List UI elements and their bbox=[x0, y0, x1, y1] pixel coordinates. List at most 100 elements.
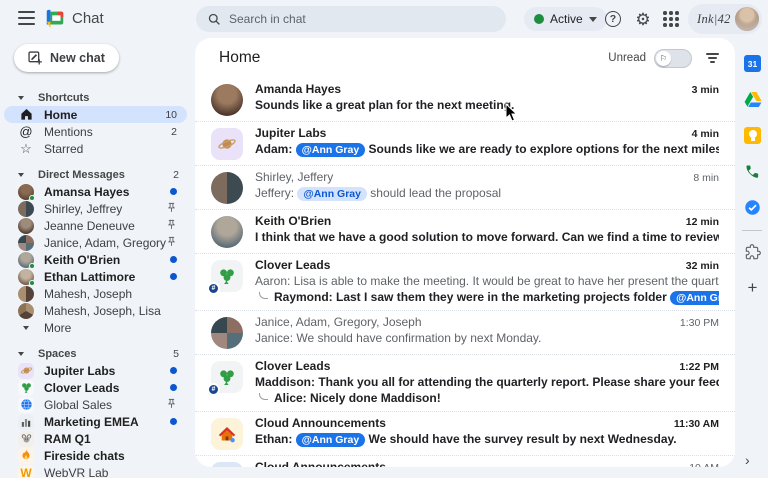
train-icon bbox=[211, 462, 243, 467]
help-button[interactable]: ? bbox=[604, 10, 622, 28]
drive-icon[interactable] bbox=[743, 90, 762, 109]
sidebar-item-clover-leads[interactable]: Clover Leads bbox=[4, 379, 187, 396]
row-body: Cloud Announcements10 AMJeffrey: Alice: … bbox=[255, 460, 719, 467]
sidebar-item-webvr-lab[interactable]: WWebVR Lab bbox=[4, 464, 187, 478]
apps-launcher-button[interactable] bbox=[662, 10, 680, 28]
chat-list-row[interactable]: # Clover Leads32 minAaron: Lisa is able t… bbox=[195, 253, 735, 310]
voice-call-icon[interactable] bbox=[743, 162, 762, 181]
sidebar-item-fireside-chats[interactable]: Fireside chats bbox=[4, 447, 187, 464]
sidebar-item-ethan-lattimore[interactable]: Ethan Lattimore bbox=[4, 268, 187, 285]
addons-puzzle-icon[interactable] bbox=[743, 242, 762, 261]
conversation-name: Clover Leads bbox=[255, 258, 676, 272]
row-body: Clover Leads32 minAaron: Lisa is able to… bbox=[255, 258, 719, 305]
timestamp: 8 min bbox=[693, 172, 719, 184]
chat-list-row[interactable]: #Clover Leads1:22 PMMaddison: Thank you … bbox=[195, 354, 735, 411]
chevron-down-icon bbox=[589, 17, 597, 22]
section-header-shortcuts[interactable]: Shortcuts bbox=[0, 89, 195, 106]
new-chat-icon bbox=[28, 51, 42, 65]
avatar bbox=[18, 252, 34, 268]
unread-toggle[interactable]: ⚐ bbox=[654, 49, 692, 68]
avatar bbox=[18, 303, 34, 319]
menu-icon[interactable] bbox=[18, 11, 35, 25]
avatar bbox=[18, 218, 34, 234]
mention-chip[interactable]: @Ann Gray bbox=[297, 187, 367, 201]
sidebar-item-jeanne-deneuve[interactable]: Jeanne Deneuve bbox=[4, 217, 187, 234]
thread-reply: Raymond: Last I saw them they were in th… bbox=[255, 289, 719, 305]
sidebar-item-starred[interactable]: ☆Starred bbox=[4, 140, 187, 157]
item-badge: 2 bbox=[171, 126, 177, 138]
sidebar-item-label: Mahesh, Joseph bbox=[44, 287, 177, 301]
sidebar-item-mahesh-joseph[interactable]: Mahesh, Joseph bbox=[4, 285, 187, 302]
chat-list-row[interactable]: Cloud Announcements11:30 AMEthan: @Ann G… bbox=[195, 411, 735, 455]
message-text: Maddison: Thank you all for attending th… bbox=[255, 375, 719, 389]
section-header-spaces[interactable]: Spaces5 bbox=[0, 345, 195, 362]
tasks-icon[interactable] bbox=[743, 198, 762, 217]
sidebar-item-label: WebVR Lab bbox=[44, 466, 177, 478]
new-chat-button[interactable]: New chat bbox=[14, 44, 119, 72]
reply-hook-icon bbox=[259, 292, 268, 299]
chat-list-row[interactable]: Jupiter Labs4 minAdam: @Ann Gray Sounds … bbox=[195, 121, 735, 165]
sidebar-item-home[interactable]: Home10 bbox=[4, 106, 187, 123]
chat-list-row[interactable]: Janice, Adam, Gregory, Joseph1:30 PMJani… bbox=[195, 310, 735, 354]
avatar bbox=[18, 201, 34, 217]
sidebar-item-label: Jupiter Labs bbox=[44, 364, 170, 378]
saturn-icon bbox=[18, 363, 34, 379]
mention-chip[interactable]: @Ann Gray bbox=[670, 291, 719, 305]
settings-button[interactable]: ⚙ bbox=[634, 10, 652, 28]
status-selector[interactable]: Active bbox=[524, 7, 607, 31]
keep-icon[interactable] bbox=[743, 126, 762, 145]
chevron-down-icon bbox=[18, 320, 34, 336]
avatar bbox=[18, 184, 34, 200]
search-input[interactable]: Search in chat bbox=[196, 6, 506, 32]
active-status-dot bbox=[534, 14, 544, 24]
section-label: Spaces bbox=[38, 348, 173, 360]
conversation-name: Janice, Adam, Gregory, Joseph bbox=[255, 315, 670, 329]
mention-chip[interactable]: @Ann Gray bbox=[296, 143, 366, 157]
workspace-logo: Ink|42 bbox=[697, 12, 731, 27]
sidebar-item-keith-o-brien[interactable]: Keith O'Brien bbox=[4, 251, 187, 268]
sidebar-item-global-sales[interactable]: Global Sales bbox=[4, 396, 187, 413]
item-badge bbox=[170, 418, 177, 425]
search-placeholder: Search in chat bbox=[229, 12, 306, 26]
chat-list-row[interactable]: Keith O'Brien12 minI think that we have … bbox=[195, 209, 735, 253]
message-preview: Jeffery: @Ann Gray should lead the propo… bbox=[255, 185, 719, 201]
chat-list-row[interactable]: Shirley, Jeffery8 minJeffery: @Ann Gray … bbox=[195, 165, 735, 209]
chat-list-row[interactable]: Amanda Hayes3 minSounds like a great pla… bbox=[195, 78, 735, 121]
sidebar-item-janice-adam-gregory-joseph[interactable]: Janice, Adam, Gregory, Joseph bbox=[4, 234, 187, 251]
chat-list: Amanda Hayes3 minSounds like a great pla… bbox=[195, 78, 735, 467]
conversation-name: Cloud Announcements bbox=[255, 416, 664, 430]
section-label: Direct Messages bbox=[38, 169, 173, 181]
profile-avatar[interactable] bbox=[735, 7, 759, 31]
globe-icon bbox=[18, 397, 34, 413]
sidebar-item-label: Jeanne Deneuve bbox=[44, 219, 166, 233]
sidebar-item-shirley-jeffrey[interactable]: Shirley, Jeffrey bbox=[4, 200, 187, 217]
expand-panel-chevron[interactable]: › bbox=[745, 452, 750, 468]
toggle-knob-flag-icon: ⚐ bbox=[656, 51, 671, 66]
sidebar-item-mentions[interactable]: @Mentions2 bbox=[4, 123, 187, 140]
conversation-name: Clover Leads bbox=[255, 359, 669, 373]
filter-icon[interactable] bbox=[706, 53, 719, 63]
unread-dot bbox=[170, 188, 177, 195]
thread-reply: Alice: Nicely done Maddison! bbox=[255, 390, 719, 406]
sidebar-item-more[interactable]: More bbox=[4, 319, 187, 336]
sidebar-item-mahesh-joseph-lisa[interactable]: Mahesh, Joseph, Lisa bbox=[4, 302, 187, 319]
collapse-caret-icon bbox=[18, 173, 24, 177]
conversation-avatar: # bbox=[211, 260, 243, 292]
chat-list-row[interactable]: #Cloud Announcements10 AMJeffrey: Alice:… bbox=[195, 455, 735, 467]
sidebar-item-amansa-hayes[interactable]: Amansa Hayes bbox=[4, 183, 187, 200]
navigation-sidebar: New chat ShortcutsHome10@Mentions2☆Starr… bbox=[0, 38, 195, 478]
sidebar-item-label: Mahesh, Joseph, Lisa bbox=[44, 304, 177, 318]
item-badge bbox=[166, 234, 177, 252]
sidebar-item-jupiter-labs[interactable]: Jupiter Labs bbox=[4, 362, 187, 379]
mention-chip[interactable]: @Ann Gray bbox=[296, 433, 366, 447]
sidebar-item-ram-q1[interactable]: RAM Q1 bbox=[4, 430, 187, 447]
calendar-icon[interactable]: 31 bbox=[743, 54, 762, 73]
ram-icon bbox=[18, 431, 34, 447]
sidebar-item-marketing-emea[interactable]: Marketing EMEA bbox=[4, 413, 187, 430]
account-area[interactable]: Ink|42 bbox=[688, 4, 762, 34]
row-body: Janice, Adam, Gregory, Joseph1:30 PMJani… bbox=[255, 315, 719, 349]
conversation-avatar bbox=[211, 84, 243, 116]
plus-icon[interactable]: + bbox=[743, 278, 762, 297]
item-badge bbox=[166, 396, 177, 414]
section-header-direct-messages[interactable]: Direct Messages2 bbox=[0, 166, 195, 183]
